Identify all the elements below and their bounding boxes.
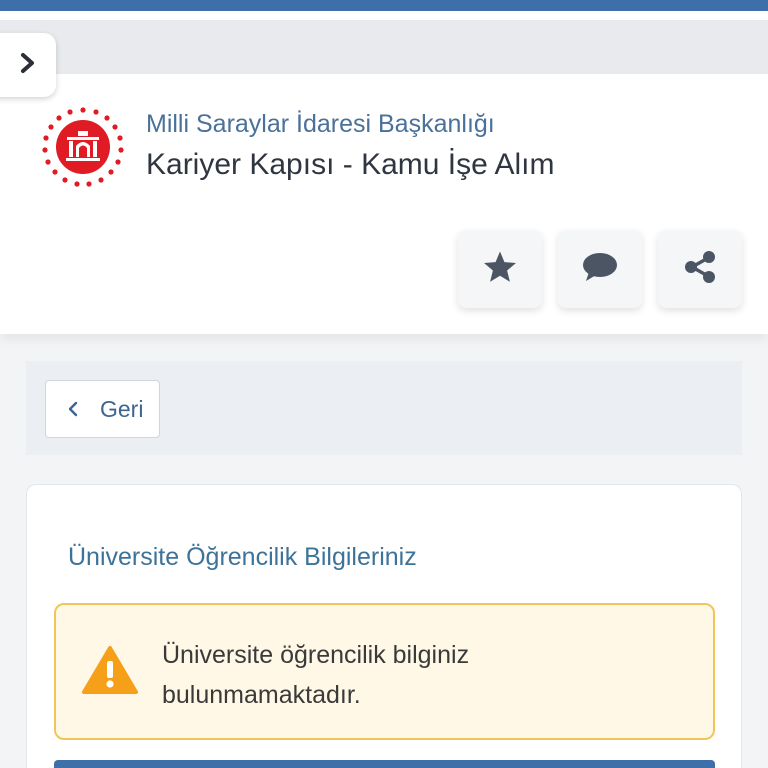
alert-message-line1: Üniversite öğrencilik bilginiz [162, 641, 470, 669]
share-icon [683, 250, 717, 289]
portal-name: Kariyer Kapısı - Kamu İşe Alım [146, 148, 555, 181]
comment-icon [581, 250, 619, 289]
warning-icon [82, 645, 138, 695]
chevron-right-icon [18, 52, 38, 79]
top-accent-strip [0, 0, 768, 11]
warning-alert: Üniversite öğrencilik bilginiz bulunmama… [54, 603, 715, 740]
top-gap [0, 11, 768, 20]
sidebar-toggle-button[interactable] [0, 33, 56, 97]
favorite-button[interactable] [458, 230, 542, 308]
bottom-accent-bar [54, 760, 715, 768]
section-title: Üniversite Öğrencilik Bilgileriniz [68, 543, 417, 571]
comment-button[interactable] [558, 230, 642, 308]
chevron-left-icon [68, 401, 78, 417]
star-icon [482, 250, 518, 289]
top-toolbar-band [0, 20, 768, 74]
alert-message: Üniversite öğrencilik bilginiz bulunmama… [162, 635, 682, 715]
organization-name: Milli Saraylar İdaresi Başkanlığı [146, 110, 495, 138]
share-button[interactable] [658, 230, 742, 308]
back-button-label: Geri [100, 395, 144, 422]
alert-message-line2: bulunmamaktadır. [162, 681, 361, 709]
palace-emblem-icon [40, 104, 126, 190]
back-button[interactable]: Geri [45, 380, 160, 438]
